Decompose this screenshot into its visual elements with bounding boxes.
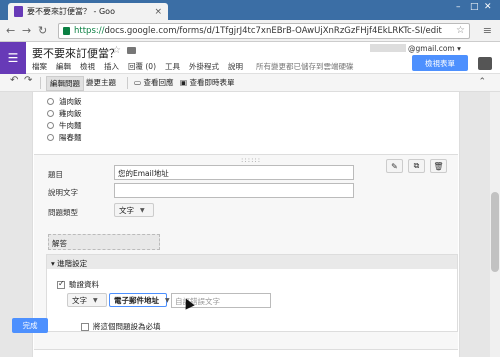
change-theme-button[interactable]: 變更主題: [86, 77, 116, 88]
url-scheme: https://: [74, 26, 105, 36]
undo-icon[interactable]: ↶: [10, 75, 18, 86]
validation-row: 驗證資料: [57, 279, 99, 290]
list-item: 陽春麵: [47, 132, 82, 143]
menu-edit[interactable]: 編輯: [56, 61, 71, 72]
validation-checkbox[interactable]: [57, 279, 65, 289]
advanced-settings-toggle[interactable]: ▾ 進階設定: [47, 255, 457, 269]
account-name-redacted: [370, 44, 406, 52]
validation-rule-value: 電子郵件地址: [114, 295, 159, 305]
toolbar-divider: [40, 77, 41, 89]
folder-icon[interactable]: [127, 47, 136, 54]
browser-tab[interactable]: 要不要來訂便當？ - Goo ×: [8, 3, 168, 20]
radio-icon: [47, 122, 54, 129]
form-toolbar: ↶ ↷ 編輯問題 變更主題 ▭ 查看回應 ▣ 查看即時表單 ⌃: [0, 74, 500, 92]
radio-icon: [47, 98, 54, 105]
required-label: 將這個問題設為必填: [93, 322, 161, 331]
forms-header: ☰ 要不要來訂便當？ ☆ 檔案 編輯 檢視 插入 回覆 (0) 工具 外掛程式 …: [0, 42, 500, 74]
close-tab-icon[interactable]: ×: [154, 7, 162, 17]
forms-favicon-icon: [14, 6, 23, 17]
help-text-input[interactable]: [114, 183, 354, 198]
menu-bar: 檔案 編輯 檢視 插入 回覆 (0) 工具 外掛程式 說明 所有變更都已儲存到雲…: [32, 61, 354, 72]
option-label: 牛肉麵: [59, 121, 82, 130]
account-avatar-icon[interactable]: [478, 57, 492, 70]
validation-label: 驗證資料: [69, 280, 99, 289]
validation-type-select[interactable]: 文字 ▼: [67, 293, 107, 307]
view-responses-label: 查看回應: [143, 78, 174, 87]
view-live-form-label: 查看即時表單: [189, 78, 235, 87]
menu-insert[interactable]: 插入: [104, 61, 119, 72]
address-bar: ← → ↻ https:// docs.google.com/forms/d/1…: [0, 20, 500, 42]
view-form-button[interactable]: 檢視表單: [412, 55, 468, 71]
done-button[interactable]: 完成: [12, 318, 48, 333]
radio-icon: [47, 110, 54, 117]
drag-handle-icon[interactable]: ::::::: [241, 156, 261, 164]
question-title-input[interactable]: 您的Email地址: [114, 165, 354, 180]
title-label: 題目: [48, 170, 63, 179]
question-type-label: 問題類型: [48, 208, 78, 217]
option-label: 雞肉飯: [59, 109, 82, 118]
question-type-value: 文字: [119, 205, 134, 215]
list-item: 牛肉麵: [47, 120, 82, 131]
browser-tab-strip: 要不要來訂便當？ - Goo × – □ ✕: [0, 0, 500, 20]
chevron-down-icon: ▼: [140, 206, 145, 214]
url-input[interactable]: https:// docs.google.com/forms/d/1TfgjrJ…: [58, 23, 470, 39]
required-checkbox[interactable]: [81, 322, 89, 331]
scrollbar-thumb[interactable]: [491, 192, 499, 272]
validation-type-value: 文字: [72, 295, 87, 305]
maximize-icon[interactable]: □: [470, 2, 479, 12]
menu-file[interactable]: 檔案: [32, 61, 47, 72]
page-scrollbar[interactable]: [490, 92, 500, 357]
answer-preview: 解答: [48, 234, 160, 250]
option-label: 陽春麵: [59, 133, 82, 142]
question-type-select[interactable]: 文字 ▼: [114, 203, 154, 217]
reload-icon[interactable]: ↻: [38, 24, 47, 37]
redo-icon[interactable]: ↷: [24, 75, 32, 86]
validation-rule-select[interactable]: 電子郵件地址 ▼: [109, 293, 170, 307]
close-window-icon[interactable]: ✕: [484, 2, 492, 12]
save-status: 所有變更都已儲存到雲端硬碟: [256, 62, 354, 71]
forward-icon[interactable]: →: [22, 24, 31, 37]
view-live-form-button[interactable]: ▣ 查看即時表單: [180, 77, 234, 88]
toolbar-divider: [127, 77, 128, 89]
browser-tab-title: 要不要來訂便當？ - Goo: [27, 7, 115, 16]
menu-addons[interactable]: 外掛程式: [189, 61, 219, 72]
collapse-toolbar-icon[interactable]: ⌃: [478, 77, 486, 87]
form-canvas: 滷肉飯 雞肉飯 牛肉麵 陽春麵 :::::: ✎ ⧉ 🗑 題目 您的Email地…: [0, 92, 500, 357]
url-path: docs.google.com/forms/d/1TfgjrJ4tc7xnEBr…: [104, 26, 442, 36]
delete-icon[interactable]: 🗑: [430, 159, 447, 173]
forms-logo-icon[interactable]: ☰: [0, 42, 26, 74]
minimize-icon[interactable]: –: [456, 2, 461, 12]
radio-icon: [47, 134, 54, 141]
option-label: 滷肉飯: [59, 97, 82, 106]
duplicate-icon[interactable]: ⧉: [408, 159, 425, 173]
lock-icon: [63, 27, 70, 35]
required-row: 將這個問題設為必填: [81, 321, 161, 332]
account-email[interactable]: @gmail.com ▾: [408, 44, 461, 53]
menu-tools[interactable]: 工具: [165, 61, 180, 72]
menu-view[interactable]: 檢視: [80, 61, 95, 72]
edit-questions-button[interactable]: 編輯問題: [46, 76, 84, 91]
star-icon[interactable]: ☆: [112, 45, 121, 56]
menu-responses[interactable]: 回覆 (0): [128, 61, 156, 72]
bookmark-star-icon[interactable]: ☆: [456, 25, 465, 36]
help-text-label: 說明文字: [48, 188, 78, 197]
edit-icon[interactable]: ✎: [386, 159, 403, 173]
back-icon[interactable]: ←: [6, 24, 15, 37]
list-item: 滷肉飯: [47, 96, 82, 107]
browser-menu-icon[interactable]: ≡: [483, 24, 492, 37]
chevron-down-icon: ▼: [165, 296, 170, 304]
chevron-down-icon: ▼: [93, 296, 98, 304]
menu-help[interactable]: 說明: [228, 61, 243, 72]
list-item: 雞肉飯: [47, 108, 82, 119]
view-responses-button[interactable]: ▭ 查看回應: [134, 77, 173, 88]
document-title[interactable]: 要不要來訂便當？: [32, 45, 120, 61]
